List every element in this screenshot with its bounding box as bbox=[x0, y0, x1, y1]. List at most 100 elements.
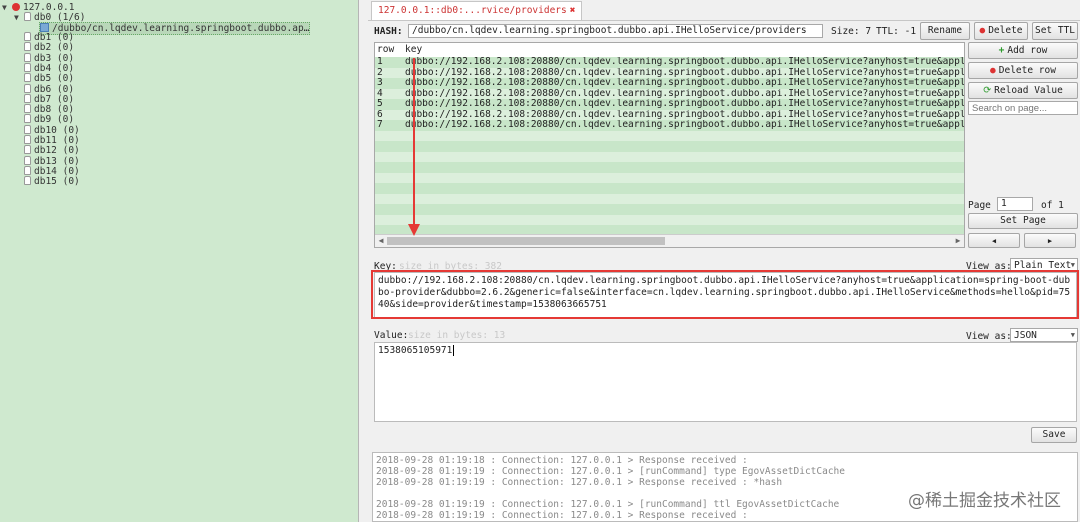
database-icon bbox=[24, 104, 31, 114]
row-key: dubbo://192.168.2.108:20880/cn.lqdev.lea… bbox=[405, 67, 964, 78]
value-view-as-label: View as: bbox=[966, 331, 1012, 342]
search-input[interactable] bbox=[968, 101, 1078, 115]
scroll-thumb[interactable] bbox=[387, 237, 665, 245]
table-row[interactable]: 6 dubbo://192.168.2.108:20880/cn.lqdev.le… bbox=[375, 109, 964, 120]
empty-table-row[interactable] bbox=[375, 204, 964, 215]
text-cursor bbox=[453, 345, 455, 356]
chevron-down-icon: ▼ bbox=[1070, 261, 1075, 269]
empty-table-row[interactable] bbox=[375, 151, 964, 162]
table-row[interactable]: 2 dubbo://192.168.2.108:20880/cn.lqdev.le… bbox=[375, 67, 964, 78]
key-size-hint: size in bytes: 382 bbox=[399, 261, 502, 272]
next-page-button[interactable]: ▶ bbox=[1024, 233, 1076, 248]
database-icon bbox=[24, 114, 31, 124]
value-section-label: Value: bbox=[374, 330, 409, 341]
log-line: 2018-09-28 01:19:19 : Connection: 127.0.… bbox=[376, 510, 748, 521]
set-ttl-button[interactable]: Set TTL bbox=[1032, 22, 1078, 40]
key-name-field[interactable]: /dubbo/cn.lqdev.learning.springboot.dubb… bbox=[408, 24, 823, 38]
delete-button[interactable]: ● Delete bbox=[974, 22, 1028, 40]
database-icon bbox=[24, 145, 31, 155]
row-key: dubbo://192.168.2.108:20880/cn.lqdev.lea… bbox=[405, 99, 964, 109]
connection-tree[interactable]: ▼ 127.0.0.1 ▼ db0 (1/6) /dubbo/cn.lqdev.le… bbox=[0, 0, 359, 522]
empty-table-row[interactable] bbox=[375, 172, 964, 183]
table-row[interactable]: 4 dubbo://192.168.2.108:20880/cn.lqdev.le… bbox=[375, 88, 964, 99]
value-editor[interactable]: 1538065105971 bbox=[374, 342, 1077, 422]
tab-bar: 127.0.0.1::db0:...rvice/providers ✖ bbox=[368, 0, 1080, 21]
tab-key-providers[interactable]: 127.0.0.1::db0:...rvice/providers ✖ bbox=[371, 1, 583, 20]
next-page-icon: ▶ bbox=[1047, 237, 1053, 245]
close-icon[interactable]: ✖ bbox=[570, 5, 576, 16]
size-label: Size: 7 bbox=[831, 26, 872, 37]
empty-table-row[interactable] bbox=[375, 214, 964, 225]
row-number: 7 bbox=[377, 120, 383, 130]
database-icon bbox=[24, 135, 31, 144]
page-label: Page bbox=[968, 200, 991, 211]
page-input[interactable]: 1 bbox=[997, 197, 1033, 211]
database-icon bbox=[24, 93, 31, 103]
column-header-key[interactable]: key bbox=[405, 43, 422, 56]
row-key: dubbo://192.168.2.108:20880/cn.lqdev.lea… bbox=[405, 120, 964, 130]
collapse-arrow-icon[interactable]: ▼ bbox=[2, 2, 12, 13]
empty-table-row[interactable] bbox=[375, 162, 964, 173]
log-line: 2018-09-28 01:19:19 : Connection: 127.0.… bbox=[376, 466, 845, 477]
row-number: 2 bbox=[377, 67, 383, 78]
selected-key-node[interactable]: /dubbo/cn.lqdev.learning.springboot.dubb… bbox=[39, 22, 311, 35]
hash-table[interactable]: row key 1 dubbo://192.168.2.108:20880/cn.… bbox=[374, 42, 965, 248]
database-icon bbox=[24, 32, 31, 41]
table-row[interactable]: 5 dubbo://192.168.2.108:20880/cn.lqdev.le… bbox=[375, 99, 964, 110]
key-value-editor[interactable]: dubbo://192.168.2.108:20880/cn.lqdev.lea… bbox=[374, 272, 1077, 319]
log-line: 2018-09-28 01:19:18 : Connection: 127.0.… bbox=[376, 455, 748, 466]
key-view-as-select[interactable]: Plain Text ▼ bbox=[1010, 258, 1078, 272]
database-icon bbox=[24, 62, 31, 72]
delete-icon: ● bbox=[979, 25, 986, 36]
log-line: 2018-09-28 01:19:19 : Connection: 127.0.… bbox=[376, 499, 840, 510]
database-icon bbox=[24, 155, 31, 165]
row-number: 4 bbox=[377, 88, 383, 99]
scroll-right-icon[interactable]: ▶ bbox=[952, 235, 964, 247]
empty-table-row[interactable] bbox=[375, 193, 964, 204]
database-icon bbox=[24, 73, 31, 83]
database-icon bbox=[24, 42, 31, 52]
scroll-left-icon[interactable]: ◀ bbox=[375, 235, 387, 247]
table-header: row key bbox=[375, 43, 964, 56]
prev-page-button[interactable]: ◀ bbox=[968, 233, 1020, 248]
key-view-as-label: View as: bbox=[966, 261, 1012, 272]
reload-value-button[interactable]: ⟳ Reload Value bbox=[968, 82, 1078, 99]
table-row[interactable]: 3 dubbo://192.168.2.108:20880/cn.lqdev.le… bbox=[375, 78, 964, 89]
database-icon bbox=[24, 12, 31, 21]
row-number: 5 bbox=[377, 99, 383, 109]
database-icon bbox=[24, 165, 31, 175]
empty-table-row[interactable] bbox=[375, 141, 964, 152]
row-number: 6 bbox=[377, 109, 383, 120]
page-total-label: of 1 bbox=[1041, 200, 1064, 211]
row-key: dubbo://192.168.2.108:20880/cn.lqdev.lea… bbox=[405, 78, 964, 88]
collapse-arrow-icon[interactable]: ▼ bbox=[14, 12, 24, 23]
database-icon bbox=[24, 176, 31, 186]
rename-button[interactable]: Rename bbox=[920, 22, 970, 40]
server-icon bbox=[12, 3, 20, 11]
database-icon bbox=[24, 52, 31, 62]
empty-table-row[interactable] bbox=[375, 130, 964, 141]
database-icon bbox=[24, 83, 31, 93]
add-row-button[interactable]: + Add row bbox=[968, 42, 1078, 59]
value-view-as-select[interactable]: JSON ▼ bbox=[1010, 328, 1078, 342]
value-size-hint: size in bytes: 13 bbox=[408, 330, 506, 341]
empty-table-row[interactable] bbox=[375, 183, 964, 194]
prev-page-icon: ◀ bbox=[991, 237, 997, 245]
ttl-label: TTL: -1 bbox=[876, 26, 917, 37]
db-node[interactable]: db15 (0) bbox=[24, 176, 80, 187]
key-section-label: Key: bbox=[374, 261, 397, 272]
key-icon bbox=[40, 23, 49, 32]
row-key: dubbo://192.168.2.108:20880/cn.lqdev.lea… bbox=[405, 109, 964, 120]
save-button[interactable]: Save bbox=[1031, 427, 1077, 443]
column-header-row[interactable]: row bbox=[377, 43, 394, 56]
set-page-button[interactable]: Set Page bbox=[968, 213, 1078, 229]
table-row[interactable]: 7 dubbo://192.168.2.108:20880/cn.lqdev.le… bbox=[375, 120, 964, 131]
row-number: 3 bbox=[377, 78, 383, 88]
horizontal-scrollbar[interactable]: ◀ ▶ bbox=[375, 234, 964, 247]
row-number: 1 bbox=[377, 57, 383, 67]
delete-row-button[interactable]: ● Delete row bbox=[968, 62, 1078, 79]
plus-icon: + bbox=[998, 45, 1005, 56]
log-line: 2018-09-28 01:19:19 : Connection: 127.0.… bbox=[376, 477, 783, 488]
key-type-label: HASH: bbox=[374, 26, 403, 37]
table-row[interactable]: 1 dubbo://192.168.2.108:20880/cn.lqdev.le… bbox=[375, 57, 964, 68]
